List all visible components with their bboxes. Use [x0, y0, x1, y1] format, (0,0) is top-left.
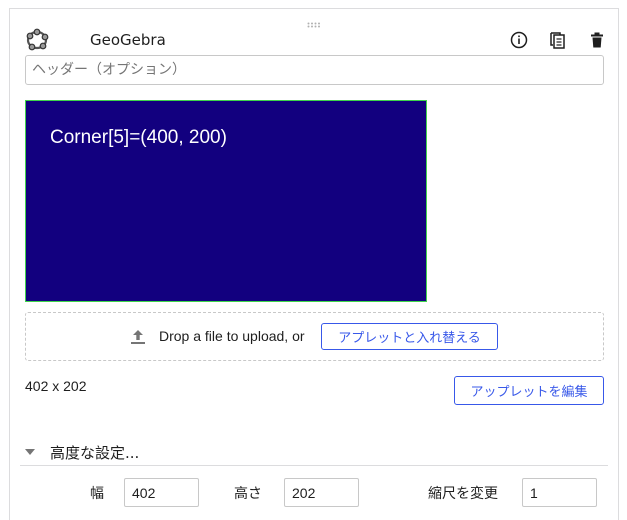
edit-applet-button[interactable]: アップレットを編集 [454, 376, 604, 405]
applet-size: 402 x 202 [25, 378, 87, 394]
height-input[interactable] [284, 478, 359, 507]
geogebra-block[interactable]: GeoGebra ヘッダー（オプション） Corner[5]=(400, 200… [9, 8, 619, 520]
scale-label: 縮尺を変更 [428, 486, 498, 502]
divider [20, 465, 608, 466]
applet-preview[interactable]: Corner[5]=(400, 200) [25, 100, 427, 302]
block-title: GeoGebra [90, 31, 166, 49]
width-label: 幅 [90, 486, 104, 502]
upload-icon [129, 328, 147, 346]
info-icon[interactable] [508, 29, 530, 51]
scale-input[interactable] [522, 478, 597, 507]
upload-prompt: Drop a file to upload, or [159, 328, 305, 344]
block-toolbar: GeoGebra [10, 27, 618, 57]
chevron-down-icon [24, 447, 36, 457]
advanced-settings-label: 高度な設定... [50, 444, 140, 462]
replace-applet-button[interactable]: アプレットと入れ替える [321, 323, 498, 350]
height-label: 高さ [234, 486, 262, 502]
copy-icon[interactable] [547, 29, 569, 51]
width-input[interactable] [124, 478, 199, 507]
applet-text: Corner[5]=(400, 200) [50, 127, 227, 148]
upload-dropzone[interactable]: Drop a file to upload, or アプレットと入れ替える [25, 312, 604, 361]
geogebra-logo-icon [24, 27, 50, 53]
header-input[interactable] [25, 55, 604, 85]
trash-icon[interactable] [586, 29, 608, 51]
